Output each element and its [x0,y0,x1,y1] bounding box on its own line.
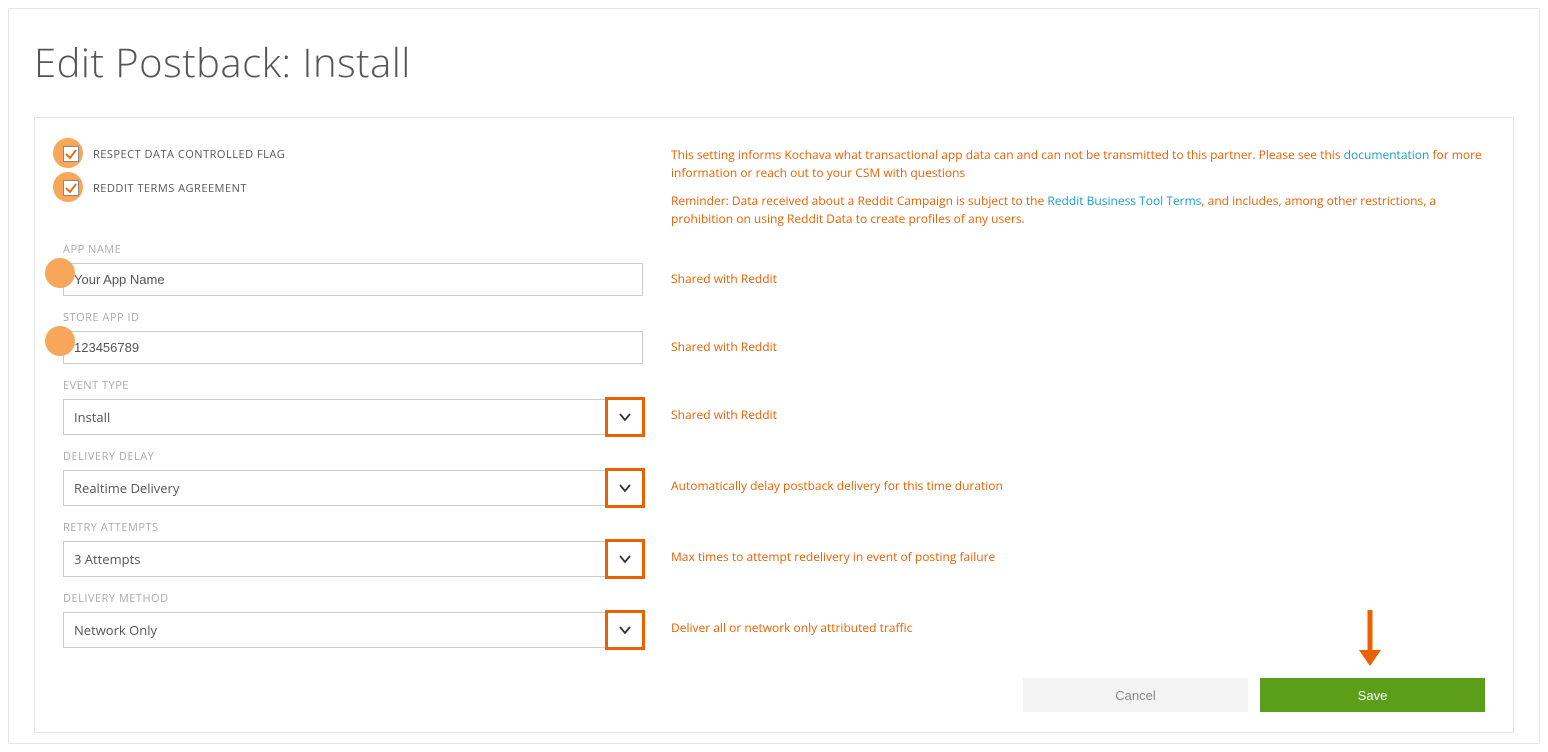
field-retry-attempts: RETRY ATTEMPTS 3 Attempts [63,520,643,577]
cancel-button[interactable]: Cancel [1023,678,1248,712]
retry-attempts-select[interactable]: 3 Attempts [63,541,643,577]
field-label: DELIVERY DELAY [63,449,643,464]
field-label: EVENT TYPE [63,378,643,393]
info-text: This setting informs Kochava what transa… [671,146,1344,163]
page-frame: Edit Postback: Install RESPECT DATA CONT… [8,8,1540,744]
field-help: Shared with Reddit [643,310,1485,355]
field-label: APP NAME [63,242,643,257]
select-value: Realtime Delivery [63,470,643,506]
app-name-input[interactable] [63,263,643,296]
form-panel: RESPECT DATA CONTROLLED FLAG REDDIT TERM… [34,117,1514,733]
field-help: Shared with Reddit [643,378,1485,423]
checkbox-icon [63,146,79,162]
save-button[interactable]: Save [1260,678,1485,712]
page-title: Edit Postback: Install [34,34,1514,89]
field-help: Automatically delay postback delivery fo… [643,449,1485,494]
action-bar: Cancel Save [63,678,1485,712]
field-label: STORE APP ID [63,310,643,325]
highlight-circle [45,258,75,288]
delivery-method-select[interactable]: Network Only [63,612,643,648]
field-help: Shared with Reddit [643,242,1485,287]
reddit-terms-link[interactable]: Reddit Business Tool Terms [1047,192,1201,209]
top-row: RESPECT DATA CONTROLLED FLAG REDDIT TERM… [63,146,1485,228]
info-text: Reminder: Data received about a Reddit C… [671,192,1047,209]
checkbox-reddit-terms[interactable]: REDDIT TERMS AGREEMENT [63,180,643,196]
checkbox-label: REDDIT TERMS AGREEMENT [93,181,247,196]
select-value: Network Only [63,612,643,648]
checkbox-icon [63,180,79,196]
select-value: 3 Attempts [63,541,643,577]
checkbox-label: RESPECT DATA CONTROLLED FLAG [93,147,285,162]
field-help: Max times to attempt redelivery in event… [643,520,1485,565]
field-app-name: APP NAME [63,242,643,296]
checkbox-respect-data[interactable]: RESPECT DATA CONTROLLED FLAG [63,146,643,162]
store-id-input[interactable] [63,331,643,364]
field-delivery-delay: DELIVERY DELAY Realtime Delivery [63,449,643,506]
field-delivery-method: DELIVERY METHOD Network Only [63,591,643,648]
field-help: Deliver all or network only attributed t… [643,591,1485,636]
field-event-type: EVENT TYPE Install [63,378,643,435]
field-label: RETRY ATTEMPTS [63,520,643,535]
select-value: Install [63,399,643,435]
delivery-delay-select[interactable]: Realtime Delivery [63,470,643,506]
field-store-id: STORE APP ID [63,310,643,364]
info-panel: This setting informs Kochava what transa… [643,146,1485,228]
documentation-link[interactable]: documentation [1344,146,1430,163]
field-label: DELIVERY METHOD [63,591,643,606]
highlight-circle [45,326,75,356]
event-type-select[interactable]: Install [63,399,643,435]
